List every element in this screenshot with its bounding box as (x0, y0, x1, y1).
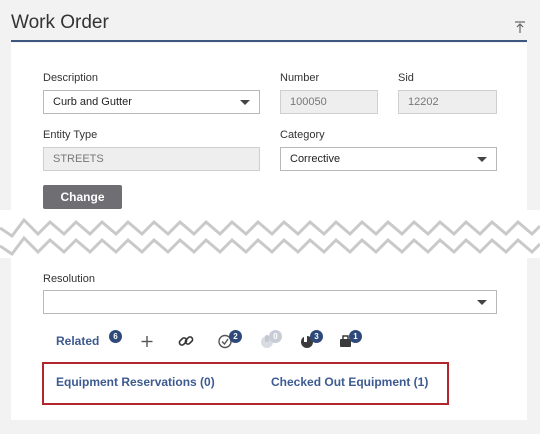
attachments-count-badge: 0 (269, 330, 282, 343)
chevron-down-icon (477, 300, 487, 305)
comments-count-badge: 2 (229, 330, 242, 343)
entity-type-value: STREETS (53, 153, 104, 165)
category-select[interactable]: Corrective (280, 147, 497, 171)
chevron-down-icon (240, 100, 250, 105)
number-value: 100050 (290, 96, 327, 108)
entity-type-field: STREETS (43, 147, 260, 171)
chevron-down-icon (477, 157, 487, 162)
resolution-select[interactable] (43, 290, 497, 314)
number-label: Number (280, 72, 320, 84)
description-label: Description (43, 72, 99, 84)
category-label: Category (280, 129, 325, 141)
sid-value: 12202 (408, 96, 439, 108)
description-select[interactable]: Curb and Gutter (43, 90, 260, 114)
title-underline (11, 40, 527, 42)
related-link[interactable]: Related (56, 334, 99, 348)
category-value: Corrective (290, 153, 341, 165)
sid-field: 12202 (398, 90, 497, 114)
collapse-up-icon[interactable] (513, 20, 527, 34)
tasks-count-badge: 3 (310, 330, 323, 343)
related-count-badge: 6 (109, 330, 122, 343)
tab-equipment-reservations[interactable]: Equipment Reservations (0) (56, 375, 215, 389)
equipment-count-badge: 1 (349, 330, 362, 343)
description-value: Curb and Gutter (53, 96, 132, 108)
add-icon[interactable] (138, 332, 156, 350)
sid-label: Sid (398, 72, 414, 84)
page-title: Work Order (11, 12, 109, 33)
change-button[interactable]: Change (43, 185, 122, 209)
entity-type-label: Entity Type (43, 129, 98, 141)
number-field: 100050 (280, 90, 378, 114)
resolution-label: Resolution (43, 273, 95, 285)
tab-checked-out-equipment[interactable]: Checked Out Equipment (1) (271, 375, 428, 389)
link-icon[interactable] (177, 332, 195, 350)
